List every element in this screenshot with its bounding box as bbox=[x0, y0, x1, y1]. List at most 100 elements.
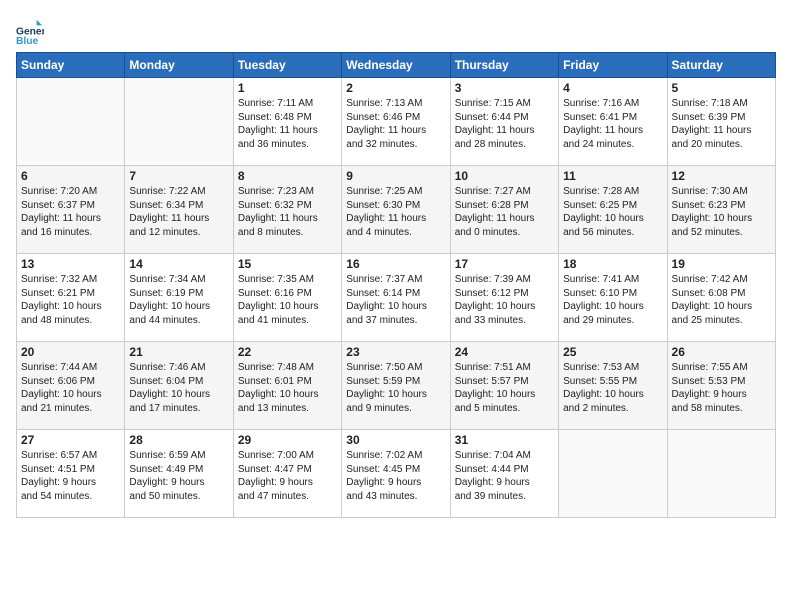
calendar-cell bbox=[667, 430, 775, 518]
cell-content: Sunrise: 7:34 AM Sunset: 6:19 PM Dayligh… bbox=[129, 273, 228, 327]
calendar-header-row: SundayMondayTuesdayWednesdayThursdayFrid… bbox=[17, 53, 776, 78]
calendar-week-row: 20 Sunrise: 7:44 AM Sunset: 6:06 PM Dayli… bbox=[17, 342, 776, 430]
day-number: 15 bbox=[238, 257, 337, 271]
calendar-week-row: 27 Sunrise: 6:57 AM Sunset: 4:51 PM Dayli… bbox=[17, 430, 776, 518]
calendar-cell: 25 Sunrise: 7:53 AM Sunset: 5:55 PM Dayli… bbox=[559, 342, 667, 430]
cell-content: Sunrise: 7:53 AM Sunset: 5:55 PM Dayligh… bbox=[563, 361, 662, 415]
calendar-cell: 13 Sunrise: 7:32 AM Sunset: 6:21 PM Dayli… bbox=[17, 254, 125, 342]
calendar-cell: 8 Sunrise: 7:23 AM Sunset: 6:32 PM Daylig… bbox=[233, 166, 341, 254]
cell-content: Sunrise: 7:02 AM Sunset: 4:45 PM Dayligh… bbox=[346, 449, 445, 503]
calendar-cell bbox=[17, 78, 125, 166]
cell-content: Sunrise: 7:30 AM Sunset: 6:23 PM Dayligh… bbox=[672, 185, 771, 239]
cell-content: Sunrise: 7:39 AM Sunset: 6:12 PM Dayligh… bbox=[455, 273, 554, 327]
calendar-cell: 10 Sunrise: 7:27 AM Sunset: 6:28 PM Dayli… bbox=[450, 166, 558, 254]
calendar-cell: 15 Sunrise: 7:35 AM Sunset: 6:16 PM Dayli… bbox=[233, 254, 341, 342]
cell-content: Sunrise: 7:32 AM Sunset: 6:21 PM Dayligh… bbox=[21, 273, 120, 327]
day-header-friday: Friday bbox=[559, 53, 667, 78]
logo-icon: General Blue bbox=[16, 16, 44, 44]
calendar-cell: 2 Sunrise: 7:13 AM Sunset: 6:46 PM Daylig… bbox=[342, 78, 450, 166]
day-number: 28 bbox=[129, 433, 228, 447]
cell-content: Sunrise: 7:13 AM Sunset: 6:46 PM Dayligh… bbox=[346, 97, 445, 151]
day-number: 4 bbox=[563, 81, 662, 95]
calendar-cell: 4 Sunrise: 7:16 AM Sunset: 6:41 PM Daylig… bbox=[559, 78, 667, 166]
cell-content: Sunrise: 7:51 AM Sunset: 5:57 PM Dayligh… bbox=[455, 361, 554, 415]
day-header-thursday: Thursday bbox=[450, 53, 558, 78]
day-header-wednesday: Wednesday bbox=[342, 53, 450, 78]
cell-content: Sunrise: 6:59 AM Sunset: 4:49 PM Dayligh… bbox=[129, 449, 228, 503]
day-number: 24 bbox=[455, 345, 554, 359]
day-number: 5 bbox=[672, 81, 771, 95]
day-number: 16 bbox=[346, 257, 445, 271]
cell-content: Sunrise: 7:23 AM Sunset: 6:32 PM Dayligh… bbox=[238, 185, 337, 239]
day-number: 9 bbox=[346, 169, 445, 183]
day-number: 12 bbox=[672, 169, 771, 183]
calendar-cell: 28 Sunrise: 6:59 AM Sunset: 4:49 PM Dayli… bbox=[125, 430, 233, 518]
day-number: 30 bbox=[346, 433, 445, 447]
day-header-saturday: Saturday bbox=[667, 53, 775, 78]
cell-content: Sunrise: 7:27 AM Sunset: 6:28 PM Dayligh… bbox=[455, 185, 554, 239]
day-number: 31 bbox=[455, 433, 554, 447]
day-number: 29 bbox=[238, 433, 337, 447]
cell-content: Sunrise: 7:22 AM Sunset: 6:34 PM Dayligh… bbox=[129, 185, 228, 239]
day-number: 25 bbox=[563, 345, 662, 359]
cell-content: Sunrise: 7:46 AM Sunset: 6:04 PM Dayligh… bbox=[129, 361, 228, 415]
svg-text:Blue: Blue bbox=[16, 36, 39, 44]
cell-content: Sunrise: 7:04 AM Sunset: 4:44 PM Dayligh… bbox=[455, 449, 554, 503]
calendar-cell: 12 Sunrise: 7:30 AM Sunset: 6:23 PM Dayli… bbox=[667, 166, 775, 254]
logo: General Blue bbox=[16, 16, 44, 44]
calendar-cell: 19 Sunrise: 7:42 AM Sunset: 6:08 PM Dayli… bbox=[667, 254, 775, 342]
calendar-cell: 30 Sunrise: 7:02 AM Sunset: 4:45 PM Dayli… bbox=[342, 430, 450, 518]
cell-content: Sunrise: 7:35 AM Sunset: 6:16 PM Dayligh… bbox=[238, 273, 337, 327]
calendar-cell: 17 Sunrise: 7:39 AM Sunset: 6:12 PM Dayli… bbox=[450, 254, 558, 342]
calendar-cell: 20 Sunrise: 7:44 AM Sunset: 6:06 PM Dayli… bbox=[17, 342, 125, 430]
cell-content: Sunrise: 7:25 AM Sunset: 6:30 PM Dayligh… bbox=[346, 185, 445, 239]
day-number: 7 bbox=[129, 169, 228, 183]
cell-content: Sunrise: 7:20 AM Sunset: 6:37 PM Dayligh… bbox=[21, 185, 120, 239]
day-number: 18 bbox=[563, 257, 662, 271]
day-number: 1 bbox=[238, 81, 337, 95]
calendar-week-row: 6Sunrise: 7:20 AM Sunset: 6:37 PM Daylig… bbox=[17, 166, 776, 254]
day-number: 2 bbox=[346, 81, 445, 95]
day-number: 23 bbox=[346, 345, 445, 359]
day-number: 11 bbox=[563, 169, 662, 183]
day-number: 13 bbox=[21, 257, 120, 271]
day-number: 22 bbox=[238, 345, 337, 359]
calendar-cell: 16 Sunrise: 7:37 AM Sunset: 6:14 PM Dayli… bbox=[342, 254, 450, 342]
day-number: 10 bbox=[455, 169, 554, 183]
day-number: 27 bbox=[21, 433, 120, 447]
page-header: General Blue bbox=[16, 16, 776, 44]
cell-content: Sunrise: 7:42 AM Sunset: 6:08 PM Dayligh… bbox=[672, 273, 771, 327]
day-number: 20 bbox=[21, 345, 120, 359]
day-header-tuesday: Tuesday bbox=[233, 53, 341, 78]
cell-content: Sunrise: 7:16 AM Sunset: 6:41 PM Dayligh… bbox=[563, 97, 662, 151]
day-number: 8 bbox=[238, 169, 337, 183]
cell-content: Sunrise: 7:15 AM Sunset: 6:44 PM Dayligh… bbox=[455, 97, 554, 151]
day-header-sunday: Sunday bbox=[17, 53, 125, 78]
cell-content: Sunrise: 7:48 AM Sunset: 6:01 PM Dayligh… bbox=[238, 361, 337, 415]
calendar-cell: 11 Sunrise: 7:28 AM Sunset: 6:25 PM Dayli… bbox=[559, 166, 667, 254]
day-number: 3 bbox=[455, 81, 554, 95]
calendar-cell: 26Sunrise: 7:55 AM Sunset: 5:53 PM Dayli… bbox=[667, 342, 775, 430]
calendar-cell: 6Sunrise: 7:20 AM Sunset: 6:37 PM Daylig… bbox=[17, 166, 125, 254]
calendar-cell: 1Sunrise: 7:11 AM Sunset: 6:48 PM Daylig… bbox=[233, 78, 341, 166]
cell-content: Sunrise: 7:55 AM Sunset: 5:53 PM Dayligh… bbox=[672, 361, 771, 415]
cell-content: Sunrise: 6:57 AM Sunset: 4:51 PM Dayligh… bbox=[21, 449, 120, 503]
calendar-cell: 3 Sunrise: 7:15 AM Sunset: 6:44 PM Daylig… bbox=[450, 78, 558, 166]
cell-content: Sunrise: 7:44 AM Sunset: 6:06 PM Dayligh… bbox=[21, 361, 120, 415]
calendar-table: SundayMondayTuesdayWednesdayThursdayFrid… bbox=[16, 52, 776, 518]
day-number: 17 bbox=[455, 257, 554, 271]
calendar-week-row: 1Sunrise: 7:11 AM Sunset: 6:48 PM Daylig… bbox=[17, 78, 776, 166]
calendar-cell: 7 Sunrise: 7:22 AM Sunset: 6:34 PM Daylig… bbox=[125, 166, 233, 254]
calendar-cell: 5Sunrise: 7:18 AM Sunset: 6:39 PM Daylig… bbox=[667, 78, 775, 166]
calendar-cell: 31 Sunrise: 7:04 AM Sunset: 4:44 PM Dayli… bbox=[450, 430, 558, 518]
calendar-cell: 29Sunrise: 7:00 AM Sunset: 4:47 PM Dayli… bbox=[233, 430, 341, 518]
calendar-cell: 21Sunrise: 7:46 AM Sunset: 6:04 PM Dayli… bbox=[125, 342, 233, 430]
calendar-week-row: 13 Sunrise: 7:32 AM Sunset: 6:21 PM Dayli… bbox=[17, 254, 776, 342]
cell-content: Sunrise: 7:50 AM Sunset: 5:59 PM Dayligh… bbox=[346, 361, 445, 415]
calendar-cell: 9 Sunrise: 7:25 AM Sunset: 6:30 PM Daylig… bbox=[342, 166, 450, 254]
day-number: 19 bbox=[672, 257, 771, 271]
cell-content: Sunrise: 7:41 AM Sunset: 6:10 PM Dayligh… bbox=[563, 273, 662, 327]
calendar-cell: 23 Sunrise: 7:50 AM Sunset: 5:59 PM Dayli… bbox=[342, 342, 450, 430]
cell-content: Sunrise: 7:37 AM Sunset: 6:14 PM Dayligh… bbox=[346, 273, 445, 327]
cell-content: Sunrise: 7:28 AM Sunset: 6:25 PM Dayligh… bbox=[563, 185, 662, 239]
